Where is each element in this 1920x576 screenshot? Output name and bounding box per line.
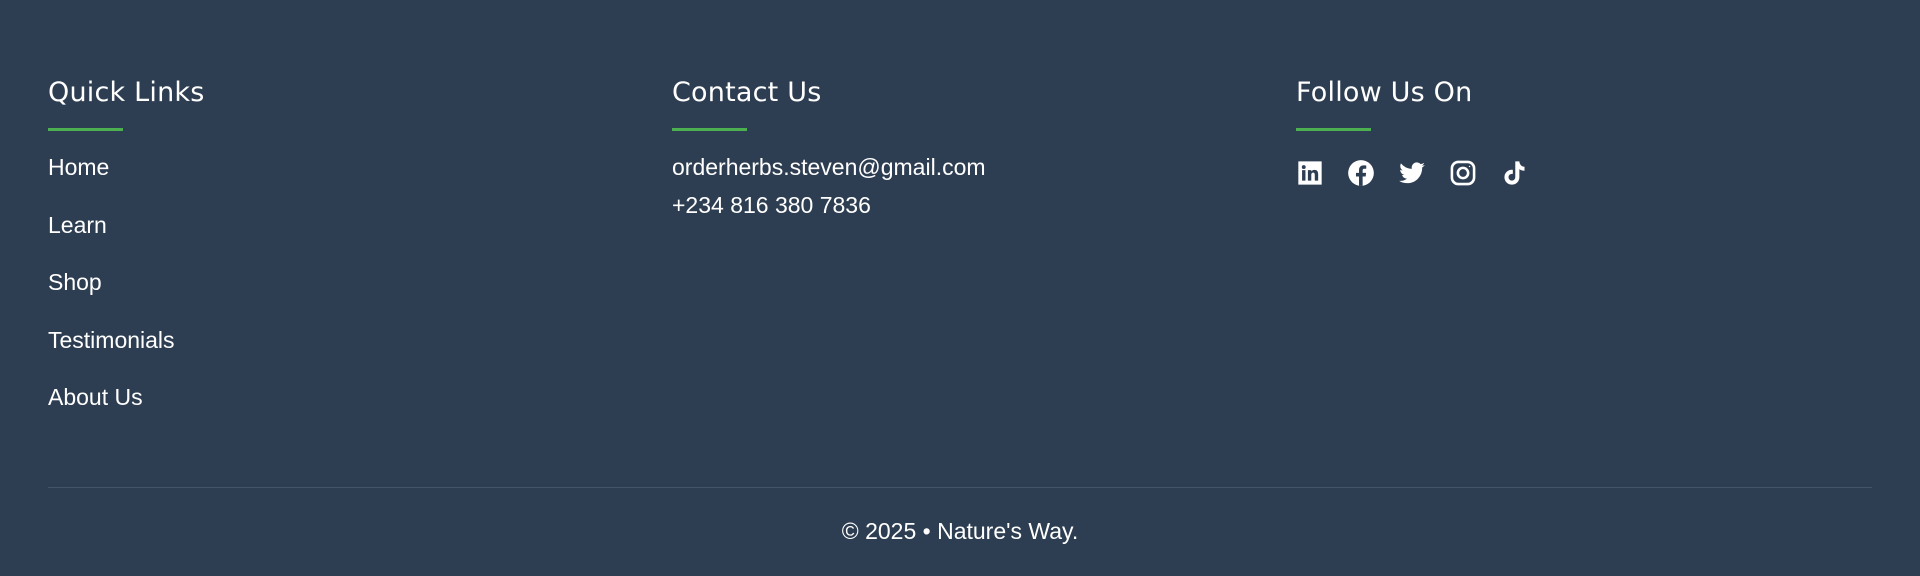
quick-links-section: Quick Links Home Learn Shop Testimonials… <box>48 74 205 441</box>
quick-link-shop[interactable]: Shop <box>48 269 102 295</box>
quick-link-home[interactable]: Home <box>48 154 109 180</box>
follow-title: Follow Us On <box>1296 77 1473 108</box>
linkedin-icon[interactable] <box>1296 159 1324 187</box>
follow-underline <box>1296 128 1371 131</box>
instagram-icon[interactable] <box>1449 159 1477 187</box>
quick-links-underline <box>48 128 123 131</box>
social-icons <box>1296 159 1551 187</box>
quick-link-learn[interactable]: Learn <box>48 212 107 238</box>
quick-link-item: Home <box>48 153 205 181</box>
quick-link-testimonials[interactable]: Testimonials <box>48 327 175 353</box>
contact-phone[interactable]: +234 816 380 7836 <box>672 191 986 219</box>
contact-lines: orderherbs.steven@gmail.com +234 816 380… <box>672 153 986 219</box>
contact-section: Contact Us orderherbs.steven@gmail.com +… <box>672 74 986 229</box>
tiktok-icon[interactable] <box>1500 159 1528 187</box>
contact-email[interactable]: orderherbs.steven@gmail.com <box>672 153 986 181</box>
facebook-icon[interactable] <box>1347 159 1375 187</box>
copyright-text: © 2025 • Nature's Way. <box>841 518 1079 544</box>
quick-link-item: Testimonials <box>48 326 205 354</box>
quick-link-item: About Us <box>48 383 205 411</box>
quick-link-about-us[interactable]: About Us <box>48 384 143 410</box>
site-footer: Quick Links Home Learn Shop Testimonials… <box>0 0 1920 576</box>
quick-links-list: Home Learn Shop Testimonials About Us <box>48 153 205 411</box>
footer-divider <box>48 487 1872 488</box>
twitter-icon[interactable] <box>1398 159 1426 187</box>
quick-link-item: Learn <box>48 211 205 239</box>
quick-links-title: Quick Links <box>48 77 205 108</box>
contact-title: Contact Us <box>672 77 822 108</box>
follow-section: Follow Us On <box>1296 74 1551 187</box>
quick-link-item: Shop <box>48 268 205 296</box>
footer-columns: Quick Links Home Learn Shop Testimonials… <box>48 74 1872 434</box>
contact-underline <box>672 128 747 131</box>
